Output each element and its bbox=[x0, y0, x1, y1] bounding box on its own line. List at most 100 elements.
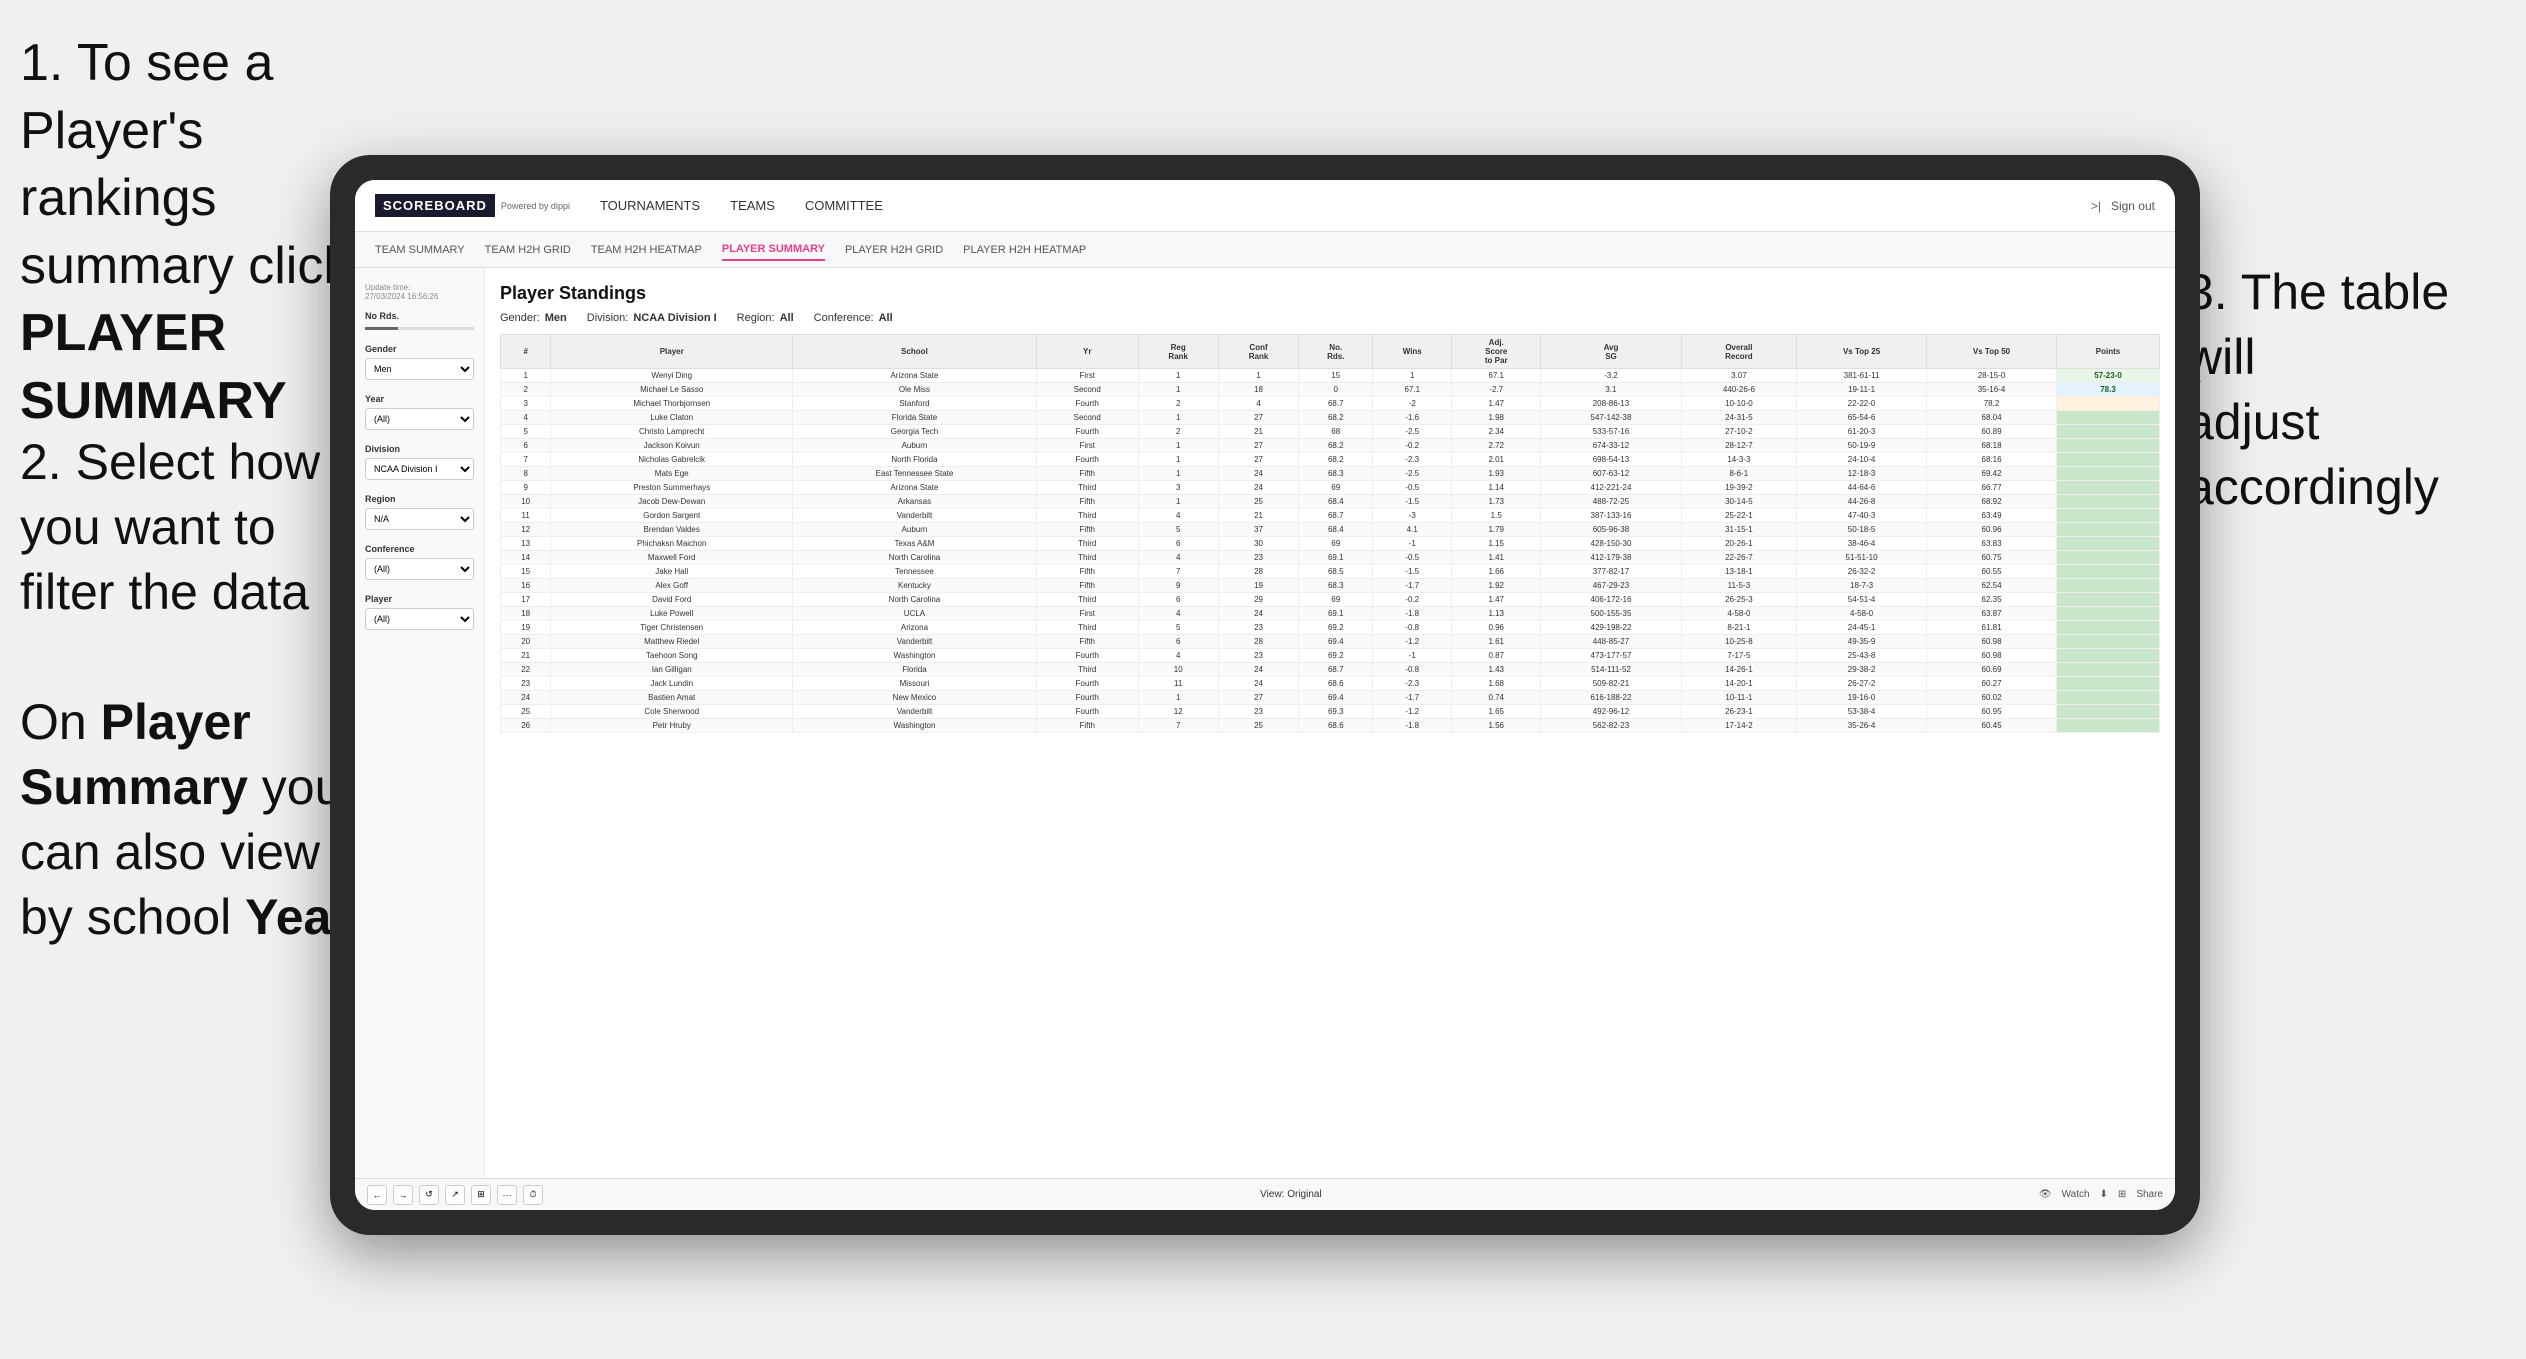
sidebar-player: Player (All) bbox=[365, 594, 474, 630]
sidebar-region: Region N/A bbox=[365, 494, 474, 530]
table-row[interactable]: 19Tiger ChristensenArizonaThird52369.2-0… bbox=[501, 621, 2160, 635]
no-rds-slider[interactable] bbox=[365, 327, 474, 330]
gender-select[interactable]: Men Women bbox=[365, 358, 474, 380]
toolbar-view: View: Original bbox=[1260, 1189, 1322, 1200]
table-row[interactable]: 20Matthew RiedelVanderbiltFifth62869.4-1… bbox=[501, 635, 2160, 649]
col-adj-score: Adj.Scoreto Par bbox=[1452, 335, 1541, 369]
logo: SCOREBOARD bbox=[375, 194, 495, 217]
toolbar-refresh[interactable]: ↺ bbox=[419, 1185, 439, 1205]
table-row[interactable]: 18Luke PowellUCLAFirst42469.1-1.81.13500… bbox=[501, 607, 2160, 621]
table-row[interactable]: 5Christo LamprechtGeorgia TechFourth2216… bbox=[501, 425, 2160, 439]
col-reg-rank: RegRank bbox=[1138, 335, 1218, 369]
conference-select[interactable]: (All) bbox=[365, 558, 474, 580]
subnav-team-h2h-heatmap[interactable]: TEAM H2H HEATMAP bbox=[591, 240, 702, 260]
col-no-rds: No.Rds. bbox=[1299, 335, 1373, 369]
table-row[interactable]: 14Maxwell FordNorth CarolinaThird42369.1… bbox=[501, 551, 2160, 565]
col-overall: OverallRecord bbox=[1681, 335, 1796, 369]
table-row[interactable]: 21Taehoon SongWashingtonFourth42369.2-10… bbox=[501, 649, 2160, 663]
table-area: Player Standings Gender: Men Division: N… bbox=[485, 268, 2175, 1178]
table-title: Player Standings bbox=[500, 283, 2160, 304]
toolbar-right: 👁 Watch ⬇ ⊞ Share bbox=[2039, 1189, 2163, 1200]
table-row[interactable]: 7Nicholas GabrelcikNorth FloridaFourth12… bbox=[501, 453, 2160, 467]
table-row[interactable]: 4Luke ClatonFlorida StateSecond12768.2-1… bbox=[501, 411, 2160, 425]
table-row[interactable]: 10Jacob Dew-DewanArkansasFifth12568.4-1.… bbox=[501, 495, 2160, 509]
filter-row: Gender: Men Division: NCAA Division I Re… bbox=[500, 312, 2160, 324]
col-vs-top50: Vs Top 50 bbox=[1927, 335, 2057, 369]
table-row[interactable]: 16Alex GoffKentuckyFifth91968.3-1.71.924… bbox=[501, 579, 2160, 593]
toolbar-forward[interactable]: → bbox=[393, 1185, 413, 1205]
nav-right: >| Sign out bbox=[2091, 199, 2155, 213]
table-row[interactable]: 22Ian GilliganFloridaThird102468.7-0.81.… bbox=[501, 663, 2160, 677]
sidebar-division: Division NCAA Division I bbox=[365, 444, 474, 480]
table-row[interactable]: 11Gordon SargentVanderbiltThird42168.7-3… bbox=[501, 509, 2160, 523]
table-row[interactable]: 2Michael Le SassoOle MissSecond118067.1-… bbox=[501, 383, 2160, 397]
nav-teams[interactable]: TEAMS bbox=[730, 194, 775, 217]
region-select[interactable]: N/A bbox=[365, 508, 474, 530]
player-select[interactable]: (All) bbox=[365, 608, 474, 630]
sidebar-year: Year (All) bbox=[365, 394, 474, 430]
subnav-team-summary[interactable]: TEAM SUMMARY bbox=[375, 240, 465, 260]
col-yr: Yr bbox=[1036, 335, 1138, 369]
toolbar-back[interactable]: ← bbox=[367, 1185, 387, 1205]
filter-division: Division: NCAA Division I bbox=[587, 312, 717, 324]
table-row[interactable]: 25Cole SherwoodVanderbiltFourth122369.3-… bbox=[501, 705, 2160, 719]
update-time: Update time: 27/03/2024 16:56:26 bbox=[365, 283, 474, 301]
subnav-team-h2h-grid[interactable]: TEAM H2H GRID bbox=[485, 240, 571, 260]
toolbar-left: ← → ↺ ↗ ⊞ ··· ⏱ bbox=[367, 1185, 543, 1205]
subnav-player-h2h-grid[interactable]: PLAYER H2H GRID bbox=[845, 240, 943, 260]
toolbar-eye-icon: 👁 bbox=[2039, 1189, 2052, 1200]
table-row[interactable]: 17David FordNorth CarolinaThird62969-0.2… bbox=[501, 593, 2160, 607]
col-vs-top25: Vs Top 25 bbox=[1797, 335, 1927, 369]
toolbar-grid-icon: ⊞ bbox=[2118, 1189, 2126, 1200]
filter-gender: Gender: Men bbox=[500, 312, 567, 324]
logo-area: SCOREBOARD Powered by dippi bbox=[375, 194, 570, 217]
sidebar: Update time: 27/03/2024 16:56:26 No Rds.… bbox=[355, 268, 485, 1178]
table-row[interactable]: 26Petr HrubyWashingtonFifth72568.6-1.81.… bbox=[501, 719, 2160, 733]
instruction-step3: On Player Summary you can also view by s… bbox=[20, 690, 360, 950]
subnav-player-summary[interactable]: PLAYER SUMMARY bbox=[722, 239, 825, 261]
table-row[interactable]: 23Jack LundinMissouriFourth112468.6-2.31… bbox=[501, 677, 2160, 691]
table-row[interactable]: 24Bastien AmatNew MexicoFourth12769.4-1.… bbox=[501, 691, 2160, 705]
filter-region: Region: All bbox=[737, 312, 794, 324]
nav-icon: >| bbox=[2091, 199, 2101, 213]
sub-nav: TEAM SUMMARY TEAM H2H GRID TEAM H2H HEAT… bbox=[355, 232, 2175, 268]
tablet-device: SCOREBOARD Powered by dippi TOURNAMENTS … bbox=[330, 155, 2200, 1235]
table-row[interactable]: 1Wenyi DingArizona StateFirst1115167.1-3… bbox=[501, 369, 2160, 383]
table-row[interactable]: 15Jake HallTennesseeFifth72868.5-1.51.66… bbox=[501, 565, 2160, 579]
toolbar-grid[interactable]: ⊞ bbox=[471, 1185, 491, 1205]
sidebar-gender: Gender Men Women bbox=[365, 344, 474, 380]
main-content: Update time: 27/03/2024 16:56:26 No Rds.… bbox=[355, 268, 2175, 1178]
subnav-player-h2h-heatmap[interactable]: PLAYER H2H HEATMAP bbox=[963, 240, 1086, 260]
main-nav: TOURNAMENTS TEAMS COMMITTEE bbox=[600, 194, 2091, 217]
toolbar-export[interactable]: ↗ bbox=[445, 1185, 465, 1205]
toolbar-download-icon: ⬇ bbox=[2100, 1189, 2108, 1200]
table-row[interactable]: 9Preston SummerhaysArizona StateThird324… bbox=[501, 481, 2160, 495]
table-row[interactable]: 6Jackson KoivunAuburnFirst12768.2-0.22.7… bbox=[501, 439, 2160, 453]
table-row[interactable]: 12Brendan ValdesAuburnFifth53768.44.11.7… bbox=[501, 523, 2160, 537]
step1-bold2: SUMMARY bbox=[20, 372, 287, 430]
table-row[interactable]: 3Michael ThorbjornsenStanfordFourth2468.… bbox=[501, 397, 2160, 411]
col-rank: # bbox=[501, 335, 551, 369]
col-conf-rank: ConfRank bbox=[1218, 335, 1298, 369]
filter-conference: Conference: All bbox=[814, 312, 893, 324]
col-school: School bbox=[793, 335, 1037, 369]
logo-subtitle: Powered by dippi bbox=[501, 201, 570, 211]
col-wins: Wins bbox=[1373, 335, 1452, 369]
year-select[interactable]: (All) bbox=[365, 408, 474, 430]
toolbar-watch[interactable]: Watch bbox=[2062, 1189, 2090, 1200]
instruction-step2: 2. Select how you want to filter the dat… bbox=[20, 430, 380, 625]
nav-tournaments[interactable]: TOURNAMENTS bbox=[600, 194, 700, 217]
signout-link[interactable]: Sign out bbox=[2111, 199, 2155, 213]
table-row[interactable]: 8Mats EgeEast Tennessee StateFifth12468.… bbox=[501, 467, 2160, 481]
col-avg-sg: AvgSG bbox=[1541, 335, 1681, 369]
toolbar-share[interactable]: Share bbox=[2136, 1189, 2163, 1200]
instruction-step4: 3. The table will adjust accordingly bbox=[2186, 260, 2506, 520]
toolbar-more[interactable]: ··· bbox=[497, 1185, 517, 1205]
table-header-row: # Player School Yr RegRank ConfRank No.R… bbox=[501, 335, 2160, 369]
division-select[interactable]: NCAA Division I bbox=[365, 458, 474, 480]
tablet-screen: SCOREBOARD Powered by dippi TOURNAMENTS … bbox=[355, 180, 2175, 1210]
table-row[interactable]: 13Phichaksn MaichonTexas A&MThird63069-1… bbox=[501, 537, 2160, 551]
col-player: Player bbox=[551, 335, 793, 369]
toolbar-clock[interactable]: ⏱ bbox=[523, 1185, 543, 1205]
nav-committee[interactable]: COMMITTEE bbox=[805, 194, 883, 217]
